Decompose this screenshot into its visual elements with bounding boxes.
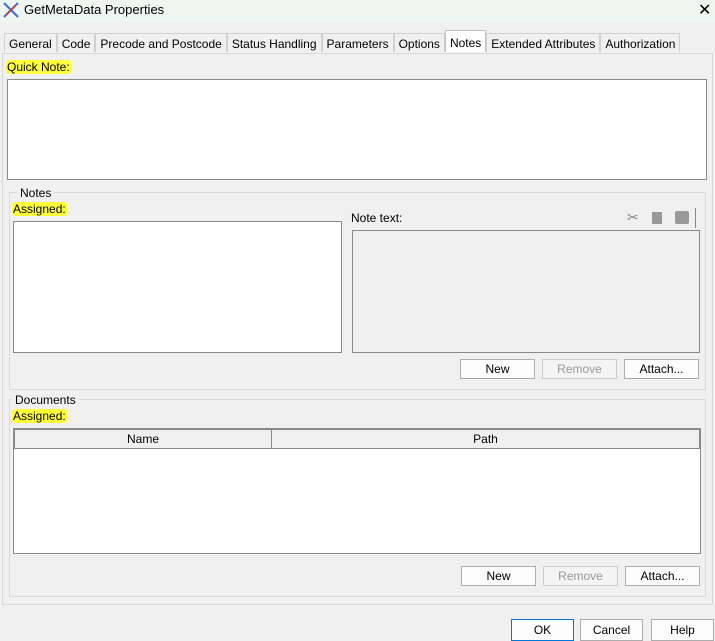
- paste-icon[interactable]: [675, 211, 689, 224]
- quick-note-label: Quick Note:: [6, 60, 71, 74]
- documents-remove-button[interactable]: Remove: [543, 566, 618, 586]
- documents-assigned-label: Assigned:: [12, 409, 67, 423]
- note-text-label: Note text:: [351, 211, 403, 225]
- ok-button[interactable]: OK: [511, 619, 574, 641]
- tab-extended-attributes[interactable]: Extended Attributes: [486, 33, 601, 52]
- note-text-area[interactable]: [352, 230, 700, 353]
- help-button[interactable]: Help: [651, 619, 714, 641]
- column-header-path[interactable]: Path: [271, 429, 700, 449]
- tab-general[interactable]: General: [4, 33, 57, 52]
- window-title: GetMetaData Properties: [24, 2, 165, 17]
- notes-attach-button[interactable]: Attach...: [624, 359, 699, 379]
- tab-bar: General Code Precode and Postcode Status…: [4, 30, 681, 53]
- tab-status-handling[interactable]: Status Handling: [226, 33, 322, 52]
- notes-assigned-list[interactable]: [13, 221, 342, 353]
- notes-legend: Notes: [17, 186, 55, 200]
- cancel-button[interactable]: Cancel: [580, 619, 643, 641]
- tab-notes[interactable]: Notes: [444, 30, 487, 52]
- toolbar-separator: [695, 208, 696, 228]
- notes-remove-button[interactable]: Remove: [542, 359, 617, 379]
- column-header-name[interactable]: Name: [14, 429, 272, 449]
- copy-icon[interactable]: [652, 212, 662, 224]
- documents-new-button[interactable]: New: [461, 566, 536, 586]
- documents-attach-button[interactable]: Attach...: [625, 566, 700, 586]
- cut-icon[interactable]: ✂: [627, 209, 639, 226]
- tab-precode-postcode[interactable]: Precode and Postcode: [95, 33, 227, 52]
- documents-legend: Documents: [12, 393, 79, 407]
- tab-parameters[interactable]: Parameters: [321, 33, 394, 52]
- notes-new-button[interactable]: New: [460, 359, 535, 379]
- notes-assigned-label: Assigned:: [12, 202, 67, 216]
- close-icon[interactable]: ✕: [698, 0, 711, 20]
- app-icon: [3, 2, 19, 18]
- quick-note-input[interactable]: [7, 79, 707, 180]
- tab-code[interactable]: Code: [56, 33, 96, 52]
- tab-options[interactable]: Options: [393, 33, 445, 52]
- tab-authorization[interactable]: Authorization: [600, 33, 681, 52]
